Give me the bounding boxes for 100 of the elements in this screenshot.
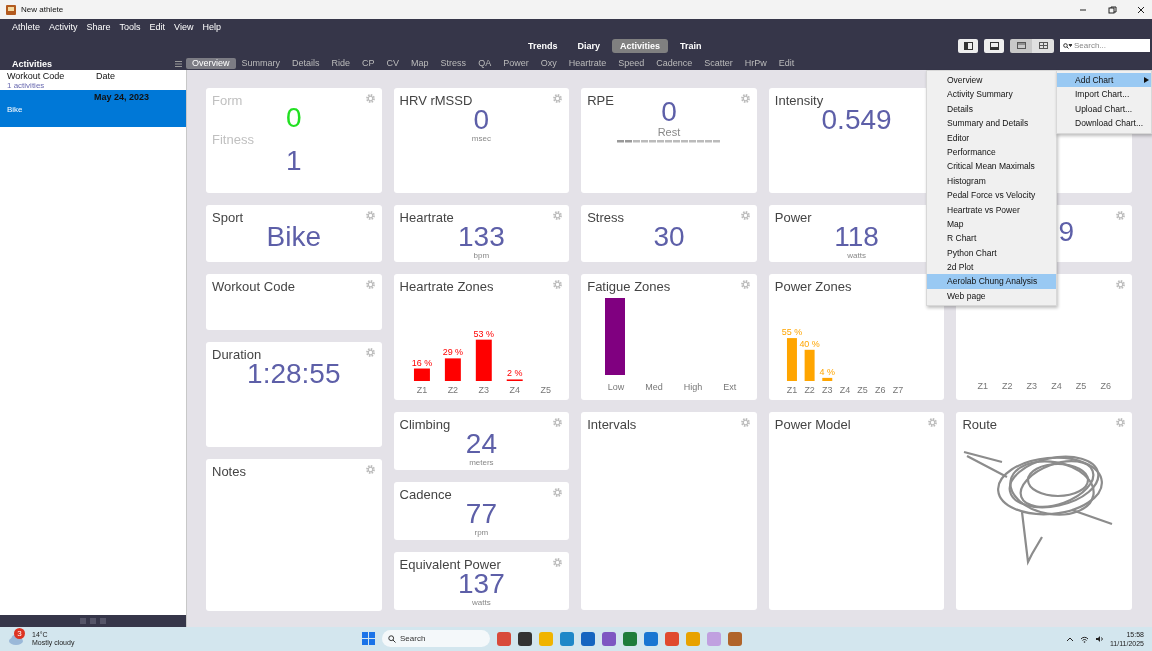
menu-item[interactable]: Overview — [927, 73, 1056, 88]
view-tab[interactable]: Trends — [520, 39, 566, 53]
view-tab[interactable]: Train — [672, 39, 710, 53]
menu-item[interactable]: Editor — [927, 130, 1056, 145]
settings-icon[interactable] — [364, 464, 376, 475]
menu-item[interactable]: Upload Chart... — [1057, 101, 1151, 117]
start-icon[interactable] — [362, 632, 375, 645]
card-title: Fitness — [212, 132, 254, 147]
settings-icon[interactable] — [364, 279, 376, 290]
close-icon[interactable] — [1136, 4, 1146, 15]
card-title: Workout Code — [212, 279, 295, 294]
tab[interactable]: Map — [405, 58, 435, 69]
value-label: 4 % — [819, 366, 835, 377]
settings-icon[interactable] — [552, 557, 564, 568]
settings-icon[interactable] — [739, 210, 751, 221]
activity-row[interactable]: May 24, 2023 Bike — [0, 90, 186, 127]
column-header[interactable]: Workout Code — [7, 71, 96, 81]
tab[interactable]: Speed — [612, 58, 651, 69]
column-header[interactable]: Date — [96, 71, 115, 81]
unit-label: bpm — [473, 251, 490, 260]
settings-icon[interactable] — [1115, 417, 1126, 428]
axis-label: Z6 — [874, 385, 886, 395]
settings-icon[interactable] — [552, 417, 564, 428]
menu-item[interactable]: Pedal Force vs Velocity — [927, 188, 1056, 203]
group-label: 1 activities — [6, 81, 46, 90]
card-title: Heartrate Zones — [399, 279, 494, 294]
network-icon[interactable] — [1080, 635, 1089, 643]
menu-item[interactable]: Add Chart — [1057, 73, 1151, 88]
settings-icon[interactable] — [739, 93, 751, 104]
card-value: 77 — [465, 500, 497, 528]
tab[interactable]: Power — [497, 58, 535, 69]
settings-icon[interactable] — [739, 279, 751, 290]
settings-icon[interactable] — [364, 210, 376, 221]
menu-item[interactable]: Edit — [149, 21, 166, 32]
tab[interactable]: Stress — [434, 58, 473, 69]
app-icon[interactable] — [581, 631, 595, 646]
card-value: 24 — [465, 430, 497, 458]
taskbar-search[interactable]: Search — [382, 630, 490, 647]
card-title: Duration — [212, 347, 262, 362]
chevron-up-icon[interactable] — [1066, 636, 1074, 642]
axis-label: Ext — [723, 382, 737, 392]
menu-item[interactable]: View — [174, 21, 194, 32]
menu-item[interactable]: Activity Summary — [927, 87, 1056, 102]
tab[interactable]: Ride — [325, 58, 357, 69]
search-field[interactable]: Search... — [1060, 39, 1150, 52]
axis-label: Z3 — [821, 385, 833, 395]
menu-item[interactable]: 2d Plot — [927, 260, 1056, 275]
menu-item[interactable]: Critical Mean Maximals — [927, 159, 1056, 174]
settings-icon[interactable] — [364, 93, 376, 104]
menu-item[interactable]: Performance — [927, 144, 1056, 160]
view-tab[interactable]: Diary — [569, 39, 609, 53]
menu-item[interactable]: Python Chart — [927, 245, 1056, 261]
menu-item[interactable]: Map — [927, 216, 1056, 232]
tab[interactable]: Scatter — [698, 58, 739, 69]
settings-icon[interactable] — [552, 210, 564, 221]
settings-icon[interactable] — [1115, 210, 1126, 221]
menu-item[interactable]: Web page — [927, 288, 1056, 304]
bottom-panel-button[interactable] — [984, 38, 1004, 53]
settings-icon[interactable] — [1115, 279, 1126, 290]
tab[interactable]: Summary — [235, 58, 287, 69]
menu-item[interactable]: Summary and Details — [927, 116, 1056, 131]
volume-icon[interactable] — [1095, 635, 1104, 643]
menu-item[interactable]: Athlete — [12, 21, 41, 32]
tab[interactable]: HrPw — [738, 58, 773, 69]
settings-icon[interactable] — [739, 417, 751, 428]
tab[interactable]: CV — [380, 58, 406, 69]
menu-item[interactable]: Histogram — [927, 173, 1056, 189]
tab[interactable]: Details — [286, 58, 326, 69]
menu-item[interactable]: Details — [927, 101, 1056, 117]
settings-icon[interactable] — [552, 487, 564, 498]
menu-item[interactable]: R Chart — [927, 231, 1056, 246]
tab[interactable]: QA — [472, 58, 498, 69]
settings-icon[interactable] — [552, 93, 564, 104]
tab[interactable]: Cadence — [650, 58, 699, 69]
settings-icon[interactable] — [364, 347, 376, 358]
settings-icon[interactable] — [552, 279, 564, 290]
tabbed-view-button[interactable] — [1010, 38, 1032, 53]
menu-item[interactable]: Heartrate vs Power — [927, 202, 1056, 217]
tab[interactable]: Overview — [186, 58, 236, 69]
settings-icon[interactable] — [927, 417, 939, 428]
card-value: 1:28:55 — [247, 360, 341, 388]
tab[interactable]: CP — [356, 58, 381, 69]
sidebar-toggle-button[interactable] — [958, 38, 978, 53]
menu-item[interactable]: Aerolab Chung Analysis — [927, 274, 1056, 289]
menu-item[interactable]: Import Chart... — [1057, 87, 1151, 102]
menu-item[interactable]: Activity — [49, 21, 78, 32]
menu-item[interactable]: Help — [202, 21, 221, 32]
menu-item[interactable]: Download Chart... — [1057, 116, 1151, 131]
view-tab[interactable]: Activities — [612, 39, 669, 53]
tab[interactable]: Heartrate — [562, 58, 613, 69]
card-title: RPE — [587, 93, 614, 108]
tab[interactable]: Oxy — [534, 58, 563, 69]
menu-item[interactable]: Share — [86, 21, 111, 32]
menu-item[interactable]: Tools — [119, 21, 141, 32]
restore-icon[interactable] — [1107, 4, 1117, 15]
tab[interactable]: Edit — [772, 58, 801, 69]
menu-icon[interactable] — [175, 60, 182, 67]
card-value: 0.549 — [821, 106, 892, 134]
app-icon[interactable] — [518, 631, 532, 646]
tiled-view-button[interactable] — [1032, 38, 1054, 53]
